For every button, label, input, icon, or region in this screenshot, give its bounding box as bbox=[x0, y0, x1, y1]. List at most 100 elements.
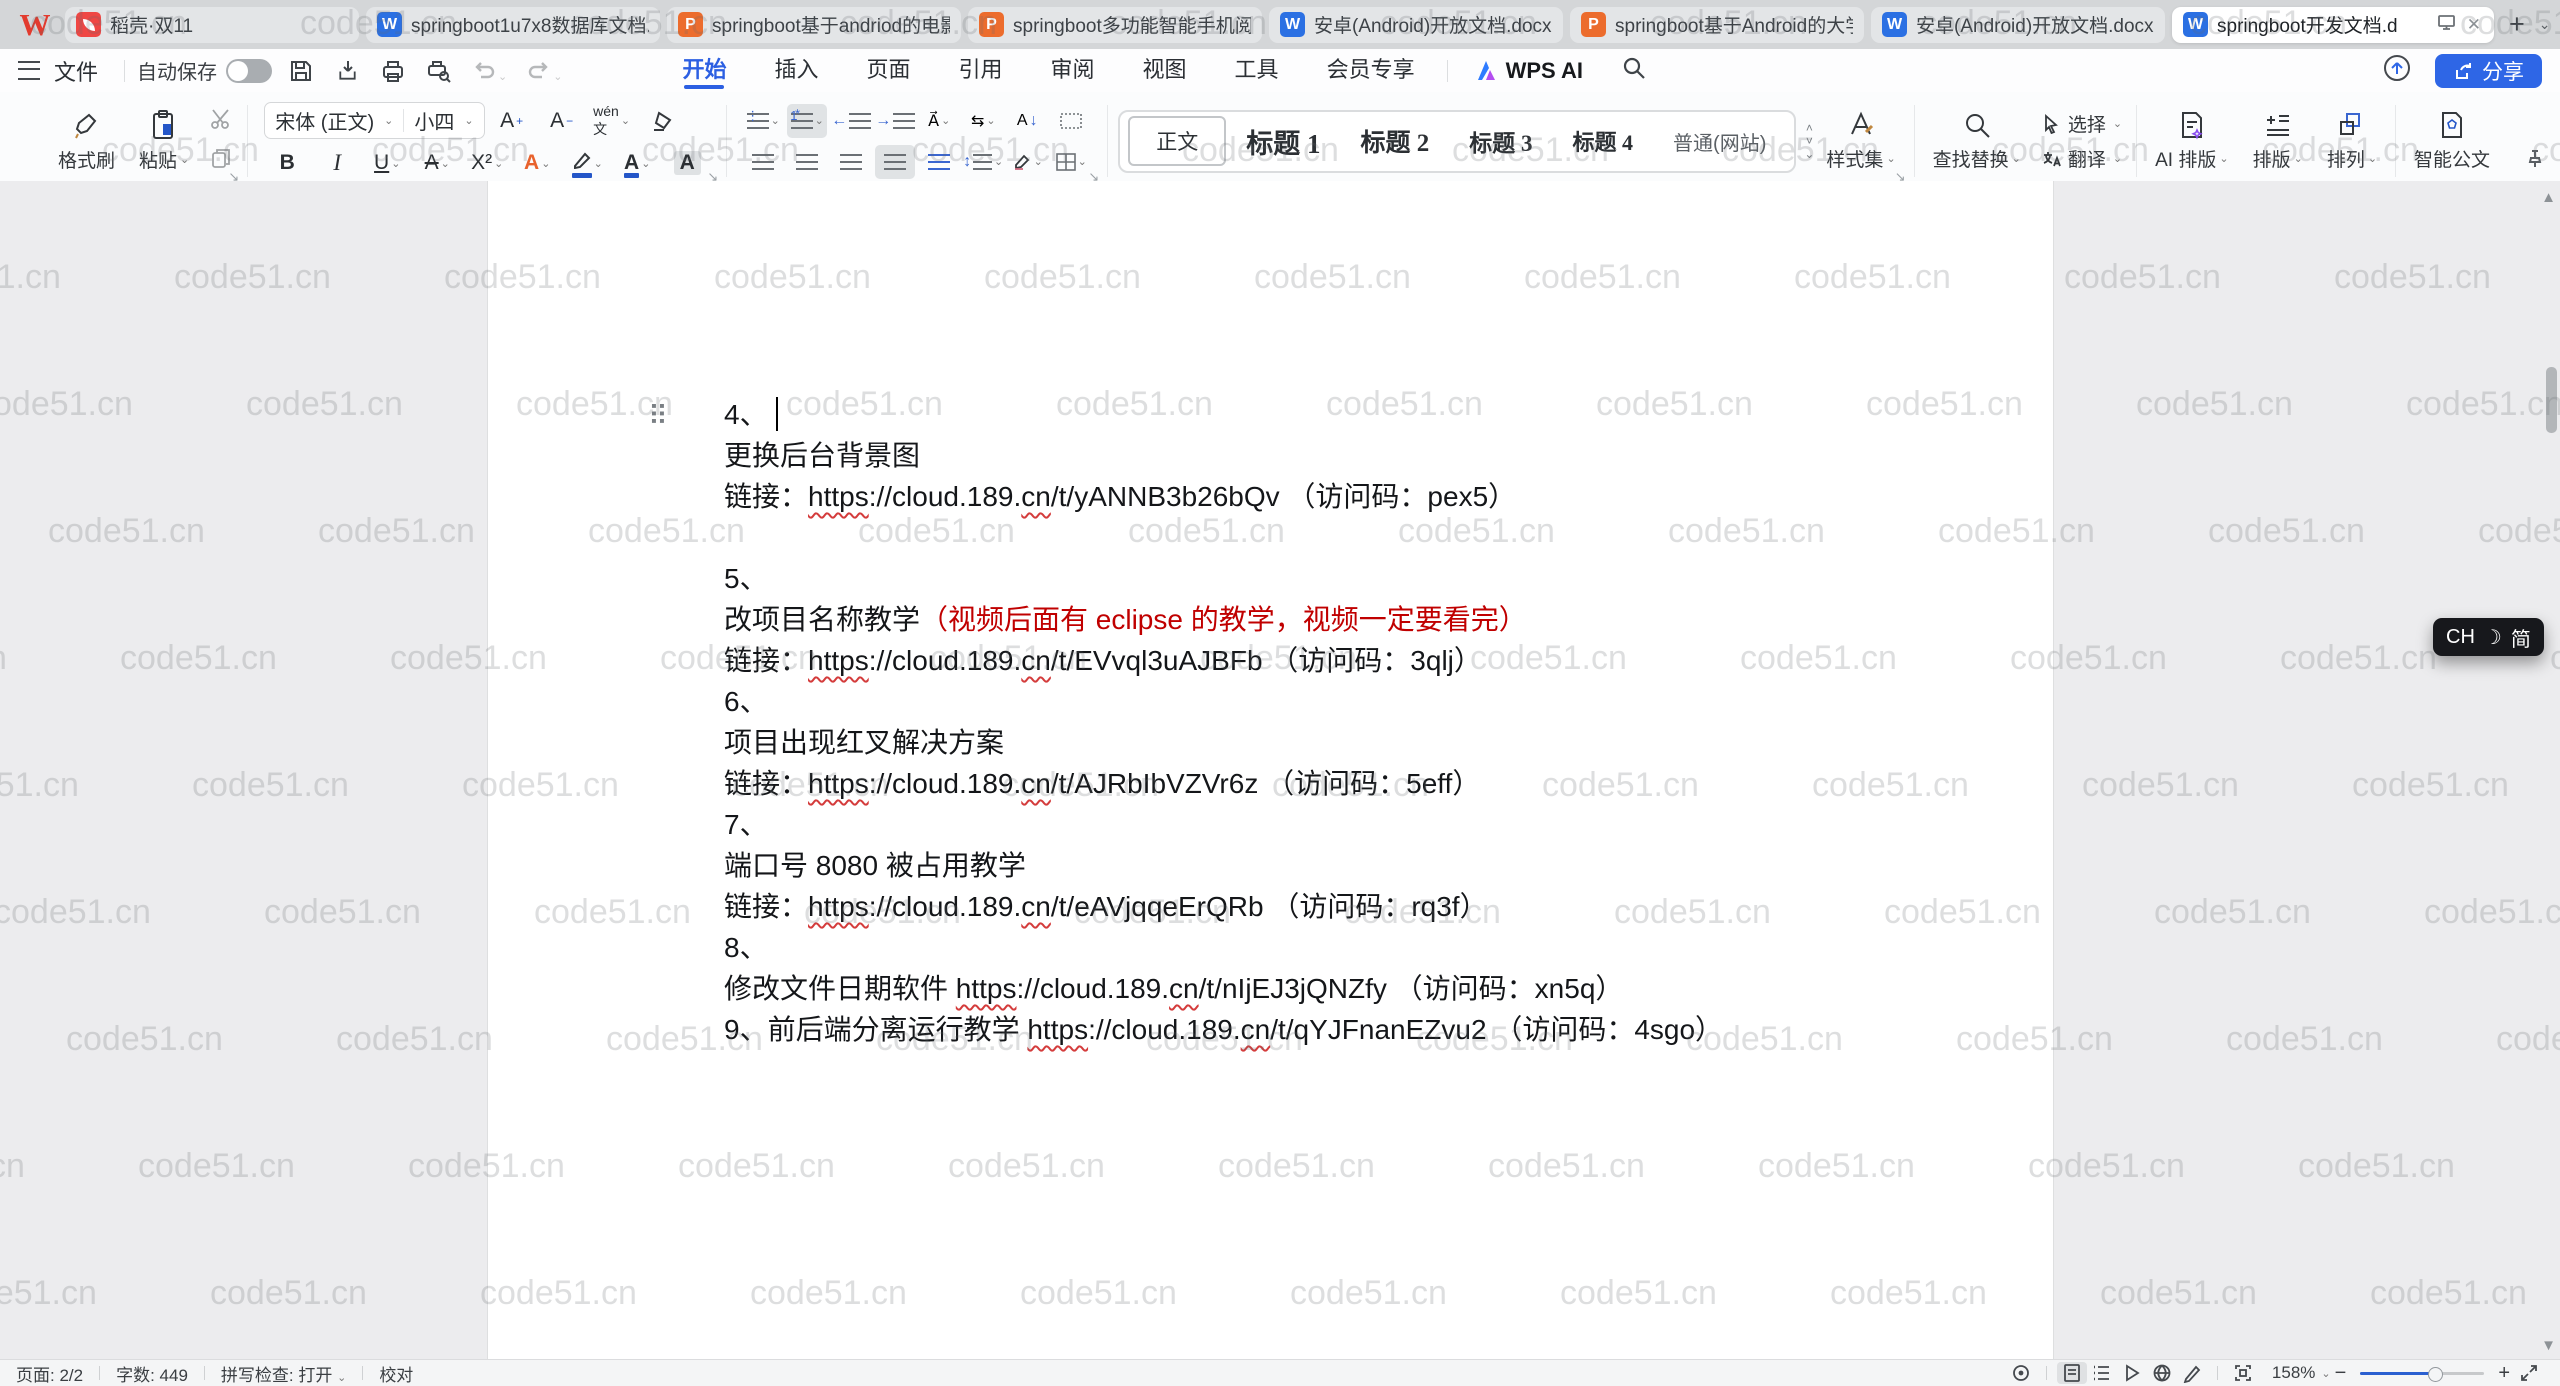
scroll-down-arrow[interactable]: ▼ bbox=[2541, 1337, 2556, 1354]
document-tab[interactable]: W安卓(Android)开放文档.docx bbox=[1269, 7, 1563, 43]
scroll-up-arrow[interactable]: ▲ bbox=[2541, 189, 2556, 206]
zoom-chevron-icon[interactable]: ⌄ bbox=[2321, 1367, 2330, 1380]
strikethrough-button[interactable]: A⌄ bbox=[414, 146, 460, 180]
character-shading-button[interactable]: A bbox=[664, 146, 710, 180]
format-painter-button[interactable]: 格式刷 bbox=[46, 109, 127, 173]
file-menu[interactable]: 文件 bbox=[52, 55, 112, 87]
document-tab[interactable]: Wspringboot1u7x8数据库文档.d bbox=[366, 7, 660, 43]
ribbon-tab-引用[interactable]: 引用 bbox=[935, 49, 1027, 92]
export-icon[interactable] bbox=[334, 58, 360, 84]
style-item[interactable]: 标题 3 bbox=[1449, 118, 1552, 164]
increase-indent-button[interactable]: → bbox=[875, 104, 915, 138]
bullet-list-button[interactable]: ⋮⌄ bbox=[743, 104, 783, 138]
increase-font-button[interactable]: A+ bbox=[489, 104, 535, 138]
zoom-in-button[interactable]: + bbox=[2494, 1362, 2514, 1385]
ribbon-tab-页面[interactable]: 页面 bbox=[842, 49, 934, 92]
style-gallery-expand-icon[interactable]: ⌄ bbox=[1804, 148, 1814, 160]
style-scroll-up-icon[interactable]: ˄ bbox=[1806, 122, 1813, 134]
document-tab[interactable]: Wspringboot开发文档.d✕ bbox=[2172, 7, 2494, 43]
superscript-button[interactable]: X²⌄ bbox=[464, 146, 510, 180]
style-scroll-down-icon[interactable]: ˅ bbox=[1806, 135, 1813, 147]
eye-protection-icon[interactable] bbox=[2006, 1362, 2036, 1384]
document-tab[interactable]: Pspringboot基于andriod的电影 bbox=[667, 7, 961, 43]
align-center-button[interactable] bbox=[787, 145, 827, 179]
cut-icon[interactable] bbox=[209, 107, 233, 136]
style-item[interactable]: 标题 4 bbox=[1553, 119, 1654, 163]
spellcheck-status[interactable]: 拼写检查: 打开 ⌄ bbox=[221, 1361, 346, 1386]
font-size-select[interactable]: 小四⌄ bbox=[404, 106, 483, 135]
text-effects-button[interactable]: A⌄ bbox=[514, 146, 560, 180]
ink-pen-icon[interactable] bbox=[2177, 1362, 2207, 1384]
ribbon-pin-icon[interactable] bbox=[2524, 148, 2546, 175]
proofread-button[interactable]: 校对 bbox=[379, 1361, 413, 1386]
vertical-scrollbar[interactable] bbox=[2546, 367, 2557, 433]
decrease-indent-button[interactable]: ← bbox=[831, 104, 871, 138]
sort-button[interactable]: A↓ bbox=[1007, 104, 1047, 138]
web-layout-icon[interactable] bbox=[2147, 1362, 2177, 1384]
underline-button[interactable]: U⌄ bbox=[364, 146, 410, 180]
borders-button[interactable]: ⌄ bbox=[1051, 145, 1091, 179]
pinyin-guide-button[interactable]: wén文⌄ bbox=[589, 104, 635, 138]
document-page[interactable]: ⠿ 4、更换后台背景图链接：https://cloud.189.cn/t/yAN… bbox=[487, 181, 2054, 1360]
document-tab[interactable]: W安卓(Android)开放文档.docx bbox=[1871, 7, 2165, 43]
zoom-slider[interactable] bbox=[2360, 1372, 2484, 1375]
font-color-button[interactable]: A⌄ bbox=[614, 146, 660, 180]
zoom-out-button[interactable]: − bbox=[2331, 1362, 2351, 1385]
bold-button[interactable]: B bbox=[264, 146, 310, 180]
numbered-list-button[interactable]: 1⃰⌄ bbox=[787, 104, 827, 138]
document-tab[interactable]: Pspringboot多功能智能手机阅读 bbox=[968, 7, 1262, 43]
ribbon-tab-视图[interactable]: 视图 bbox=[1119, 49, 1211, 92]
word-count[interactable]: 字数: 449 bbox=[116, 1361, 188, 1386]
document-tab[interactable]: Pspringboot基于Android的大学 bbox=[1570, 7, 1864, 43]
align-left-button[interactable] bbox=[743, 145, 783, 179]
ribbon-tab-开始[interactable]: 开始 bbox=[658, 49, 750, 92]
smart-doc-button[interactable]: 智能公文 bbox=[2402, 110, 2502, 172]
style-item[interactable]: 正文 bbox=[1128, 116, 1226, 166]
read-mode-icon[interactable] bbox=[2117, 1362, 2147, 1384]
translate-button[interactable]: 翻译⌄ bbox=[2041, 145, 2122, 172]
line-spacing-button[interactable]: ↕⌄ bbox=[963, 145, 1003, 179]
ribbon-tab-会员专享[interactable]: 会员专享 bbox=[1303, 49, 1439, 92]
text-direction-button[interactable]: A⃗⌄ bbox=[919, 104, 959, 138]
char-grid-button[interactable] bbox=[1051, 104, 1091, 138]
zoom-slider-knob[interactable] bbox=[2428, 1367, 2443, 1382]
find-replace-button[interactable]: 查找替换⌄ bbox=[1921, 110, 2033, 172]
highlight-color-button[interactable]: ⌄ bbox=[564, 146, 610, 180]
justify-button[interactable] bbox=[875, 145, 915, 179]
italic-button[interactable]: I bbox=[314, 146, 360, 180]
print-preview-icon[interactable] bbox=[426, 58, 452, 84]
hamburger-menu-icon[interactable] bbox=[18, 61, 40, 80]
close-tab-icon[interactable]: ✕ bbox=[2465, 15, 2483, 35]
arrange-button[interactable]: 排列⌄ bbox=[2315, 110, 2389, 172]
search-icon[interactable] bbox=[1621, 55, 1647, 86]
document-tab[interactable]: 稻壳·双11 bbox=[65, 7, 359, 43]
ai-layout-button[interactable]: AI 排版⌄ bbox=[2143, 110, 2240, 172]
style-item[interactable]: 标题 1 bbox=[1226, 116, 1340, 167]
wps-ai-menu[interactable]: WPS AI bbox=[1456, 58, 1601, 84]
fit-page-icon[interactable] bbox=[2228, 1362, 2258, 1384]
outline-view-icon[interactable] bbox=[2087, 1362, 2117, 1384]
align-right-button[interactable] bbox=[831, 145, 871, 179]
style-item[interactable]: 标题 2 bbox=[1341, 117, 1450, 165]
share-button[interactable]: 分享 bbox=[2435, 54, 2542, 88]
ribbon-tab-插入[interactable]: 插入 bbox=[750, 49, 842, 92]
clear-format-button[interactable] bbox=[639, 104, 685, 138]
new-tab-button[interactable]: + bbox=[2509, 11, 2525, 38]
distribute-button[interactable] bbox=[919, 145, 959, 179]
fullscreen-icon[interactable] bbox=[2514, 1362, 2544, 1384]
layout-button[interactable]: 排版⌄ bbox=[2241, 110, 2315, 172]
cloud-upload-icon[interactable] bbox=[2381, 52, 2413, 89]
wps-logo[interactable]: W bbox=[12, 7, 58, 43]
paragraph-drag-handle[interactable]: ⠿ bbox=[648, 403, 668, 430]
ribbon-tab-工具[interactable]: 工具 bbox=[1211, 49, 1303, 92]
decrease-font-button[interactable]: A− bbox=[539, 104, 585, 138]
save-icon[interactable] bbox=[288, 58, 314, 84]
shading-button[interactable]: ⌄ bbox=[1007, 145, 1047, 179]
style-set-button[interactable]: 样式集⌄ bbox=[1814, 110, 1907, 172]
ribbon-tab-审阅[interactable]: 审阅 bbox=[1027, 49, 1119, 92]
font-name-select[interactable]: 宋体 (正文)⌄ bbox=[265, 106, 403, 135]
select-button[interactable]: 选择⌄ bbox=[2041, 110, 2122, 137]
page-view-icon[interactable] bbox=[2057, 1362, 2087, 1384]
style-item[interactable]: 普通(网站) bbox=[1653, 121, 1786, 162]
zoom-level[interactable]: 158% bbox=[2272, 1363, 2315, 1383]
